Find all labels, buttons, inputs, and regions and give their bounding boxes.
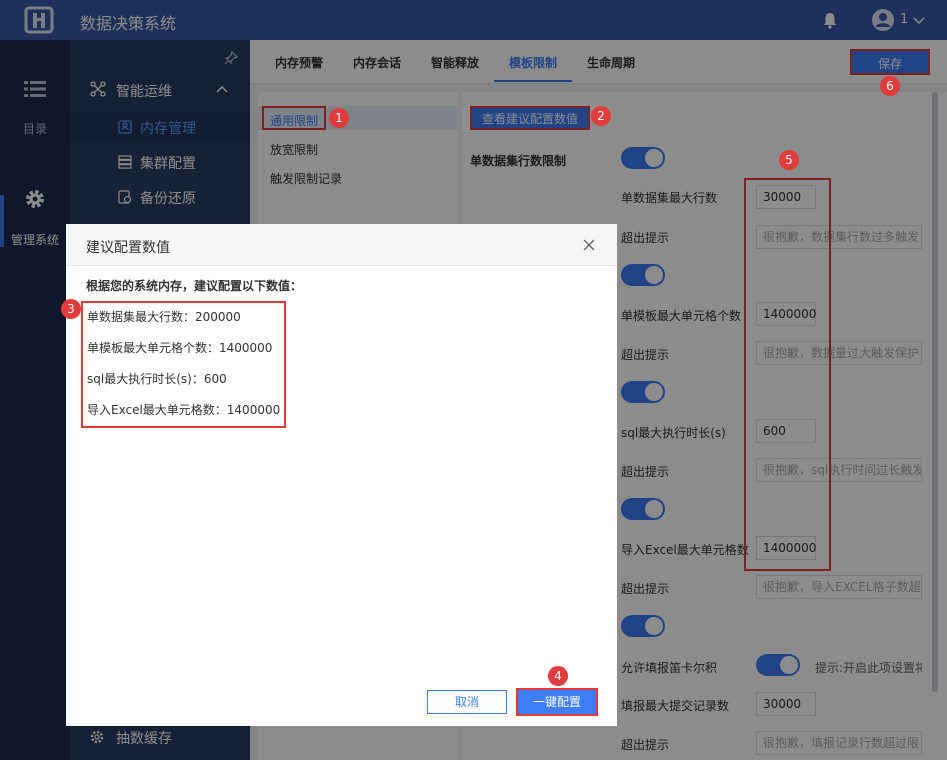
- badge-4: 4: [548, 666, 568, 686]
- dialog-title: 建议配置数值: [86, 240, 170, 256]
- close-icon[interactable]: [582, 238, 596, 252]
- badge-6: 6: [880, 76, 900, 96]
- badge-2: 2: [591, 106, 611, 126]
- recommendation-line: 导入Excel最大单元格数：1400000: [87, 403, 281, 417]
- apply-config-button[interactable]: 一键配置: [516, 688, 598, 716]
- suggested-values-dialog: 建议配置数值 根据您的系统内存，建议配置以下数值： 单数据集最大行数：20000…: [66, 224, 617, 726]
- badge-1: 1: [329, 108, 349, 128]
- badge-3: 3: [61, 299, 81, 319]
- dialog-header: 建议配置数值: [66, 224, 617, 266]
- dialog-intro: 根据您的系统内存，建议配置以下数值：: [86, 279, 303, 293]
- cancel-button[interactable]: 取消: [427, 690, 507, 714]
- recommendation-line: 单模板最大单元格个数：1400000: [87, 341, 273, 355]
- badge-5: 5: [779, 150, 799, 170]
- recommendation-line: 单数据集最大行数：200000: [87, 310, 241, 324]
- recommendation-line: sql最大执行时长(s)：600: [87, 372, 227, 386]
